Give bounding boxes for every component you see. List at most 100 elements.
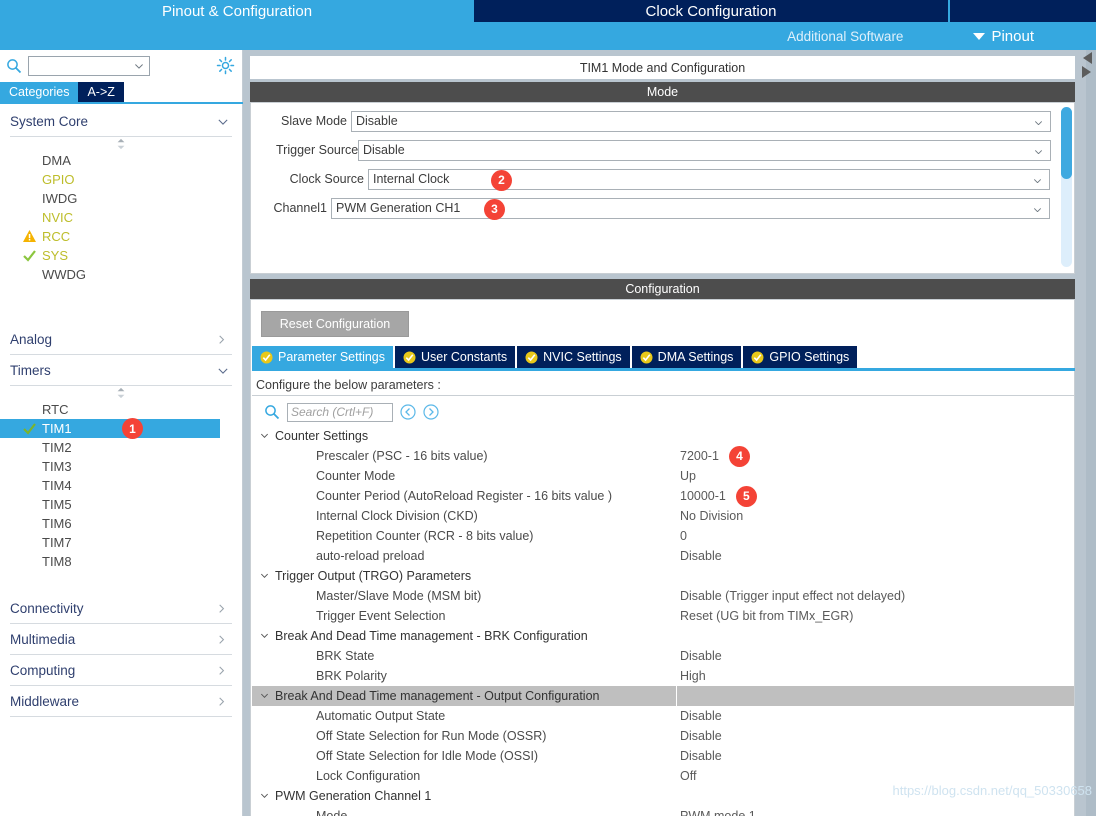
sidebar-category-timers[interactable]: Timers — [10, 355, 232, 386]
sidebar-category-system-core[interactable]: System Core — [10, 106, 232, 137]
parameter-value[interactable]: Disable — [680, 746, 722, 766]
parameter-group-row[interactable]: Trigger Output (TRGO) Parameters — [252, 566, 1074, 586]
configuration-section-header: Configuration — [250, 279, 1075, 299]
tab-user-constants[interactable]: User Constants — [395, 346, 516, 368]
parameter-value[interactable]: High — [680, 666, 706, 686]
parameter-value[interactable]: Disable — [680, 546, 722, 566]
sidebar-item-tim3[interactable]: TIM3 — [0, 457, 242, 476]
tab-gpio-settings[interactable]: GPIO Settings — [743, 346, 858, 368]
search-next-icon[interactable] — [423, 404, 439, 420]
sidebar-tree[interactable]: System Core DMA GPIO IWDG NVIC RCC SYS WWDG Anal… — [0, 106, 242, 816]
parameter-group[interactable]: Break And Dead Time management - BRK Con… — [260, 626, 588, 646]
parameter-group-row[interactable]: Break And Dead Time management - BRK Con… — [252, 626, 1074, 646]
parameter-list[interactable]: Counter Settings Prescaler (PSC - 16 bits… — [252, 426, 1074, 816]
parameter-value[interactable]: Reset (UG bit from TIMx_EGR) — [680, 606, 853, 626]
search-previous-icon[interactable] — [400, 404, 416, 420]
sidebar-scroll-spinner[interactable] — [0, 386, 242, 400]
sidebar-category-analog[interactable]: Analog — [10, 324, 232, 355]
parameter-row[interactable]: Master/Slave Mode (MSM bit) Disable (Trig… — [252, 586, 1074, 606]
mode-row-clock-source: Clock Source Internal Clock 2 — [251, 168, 1071, 191]
parameter-row[interactable]: Mode PWM mode 1 — [252, 806, 1074, 816]
sidebar-category-multimedia[interactable]: Multimedia — [10, 624, 232, 655]
sidebar-item-tim8[interactable]: TIM8 — [0, 552, 242, 571]
additional-software-link[interactable]: Additional Software — [787, 29, 903, 44]
parameter-group[interactable]: PWM Generation Channel 1 — [260, 786, 431, 806]
configure-hint-text: Configure the below parameters : — [256, 377, 441, 392]
tab-nvic-settings[interactable]: NVIC Settings — [517, 346, 630, 368]
parameter-group[interactable]: Counter Settings — [260, 426, 368, 446]
parameter-row[interactable]: Repetition Counter (RCR - 8 bits value) 0 — [252, 526, 1074, 546]
parameter-value[interactable]: Off — [680, 766, 696, 786]
sidebar-category-middleware[interactable]: Middleware — [10, 686, 232, 717]
parameter-value[interactable]: 0 — [680, 526, 687, 546]
sidebar-tab-categories[interactable]: Categories — [0, 82, 79, 102]
parameter-value[interactable]: 7200-1 4 — [680, 445, 750, 467]
parameter-name: Mode — [316, 809, 348, 816]
sidebar-item-tim1[interactable]: TIM1 1 — [0, 418, 220, 439]
mode-scrollbar-thumb[interactable] — [1061, 107, 1072, 179]
sidebar-category-connectivity[interactable]: Connectivity — [10, 593, 232, 624]
pinout-dropdown[interactable]: Pinout — [973, 28, 1034, 45]
sidebar-item-tim4[interactable]: TIM4 — [0, 476, 242, 495]
sidebar-item-wwdg[interactable]: WWDG — [0, 265, 242, 284]
panel-collapse-arrows-icon[interactable] — [1080, 50, 1094, 90]
sidebar-item-gpio[interactable]: GPIO — [0, 170, 242, 189]
parameter-row[interactable]: BRK State Disable — [252, 646, 1074, 666]
tab-extra[interactable] — [950, 0, 1096, 22]
tab-pinout-configuration[interactable]: Pinout & Configuration — [0, 0, 474, 22]
parameter-group-row[interactable]: Break And Dead Time management - Output … — [252, 686, 1074, 706]
sidebar-category-label: System Core — [10, 113, 89, 129]
mode-select-slave-mode[interactable]: Disable — [351, 110, 1051, 132]
parameter-row[interactable]: BRK Polarity High — [252, 666, 1074, 686]
sidebar-item-tim2[interactable]: TIM2 — [0, 438, 242, 457]
sidebar-item-nvic[interactable]: NVIC — [0, 208, 242, 227]
parameter-value[interactable]: Disable (Trigger input effect not delaye… — [680, 586, 905, 606]
mode-select-clock-source[interactable]: Internal Clock 2 — [368, 168, 1050, 191]
parameter-row[interactable]: Counter Mode Up — [252, 466, 1074, 486]
sidebar-item-sys[interactable]: SYS — [0, 246, 242, 265]
parameter-value[interactable]: Up — [680, 466, 696, 486]
mode-select-channel1[interactable]: PWM Generation CH1 3 — [331, 197, 1050, 220]
reset-configuration-button[interactable]: Reset Configuration — [261, 311, 409, 337]
parameter-row[interactable]: Off State Selection for Run Mode (OSSR) D… — [252, 726, 1074, 746]
sidebar-item-label: TIM7 — [42, 535, 72, 550]
sidebar-tab-a-to-z[interactable]: A->Z — [78, 82, 124, 102]
sidebar-item-rtc[interactable]: RTC — [0, 400, 242, 419]
parameter-row[interactable]: Prescaler (PSC - 16 bits value) 7200-1 4 — [252, 445, 1074, 467]
sidebar-item-label: TIM6 — [42, 516, 72, 531]
tab-dma-settings[interactable]: DMA Settings — [631, 346, 742, 368]
parameter-row[interactable]: auto-reload preload Disable — [252, 546, 1074, 566]
parameter-group[interactable]: Break And Dead Time management - Output … — [260, 686, 600, 706]
parameter-row[interactable]: Automatic Output State Disable — [252, 706, 1074, 726]
sidebar-category-computing[interactable]: Computing — [10, 655, 232, 686]
sidebar-item-tim5[interactable]: TIM5 — [0, 495, 242, 514]
mode-select-trigger-source[interactable]: Disable — [358, 139, 1051, 161]
sidebar-item-tim7[interactable]: TIM7 — [0, 533, 242, 552]
main-vertical-scrollbar[interactable] — [1086, 50, 1096, 816]
sidebar-item-label: GPIO — [42, 172, 75, 187]
sidebar-item-dma[interactable]: DMA — [0, 151, 242, 170]
parameter-value[interactable]: No Division — [680, 506, 743, 526]
sidebar-search-combo[interactable] — [28, 56, 150, 76]
mode-label: Trigger Source — [276, 143, 359, 157]
parameter-row[interactable]: Trigger Event Selection Reset (UG bit fro… — [252, 606, 1074, 626]
mode-scrollbar-track[interactable] — [1061, 107, 1072, 267]
parameter-search-input[interactable]: Search (Crtl+F) — [287, 402, 393, 422]
parameter-group-row[interactable]: Counter Settings — [252, 426, 1074, 446]
parameter-value[interactable]: Disable — [680, 646, 722, 666]
parameter-row[interactable]: Counter Period (AutoReload Register - 16… — [252, 485, 1074, 507]
sidebar-item-iwdg[interactable]: IWDG — [0, 189, 242, 208]
sidebar-scroll-spinner[interactable] — [0, 137, 242, 151]
parameter-row[interactable]: Off State Selection for Idle Mode (OSSI)… — [252, 746, 1074, 766]
parameter-group[interactable]: Trigger Output (TRGO) Parameters — [260, 566, 471, 586]
parameter-value[interactable]: Disable — [680, 726, 722, 746]
parameter-row[interactable]: Internal Clock Division (CKD) No Division — [252, 506, 1074, 526]
sidebar-item-rcc[interactable]: RCC — [0, 227, 242, 246]
gear-icon[interactable] — [216, 56, 235, 75]
parameter-value[interactable]: PWM mode 1 — [680, 806, 756, 816]
parameter-value[interactable]: Disable — [680, 706, 722, 726]
parameter-value[interactable]: 10000-1 5 — [680, 485, 757, 507]
tab-clock-configuration[interactable]: Clock Configuration — [474, 0, 948, 22]
sidebar-item-tim6[interactable]: TIM6 — [0, 514, 242, 533]
tab-parameter-settings[interactable]: Parameter Settings — [252, 346, 393, 368]
